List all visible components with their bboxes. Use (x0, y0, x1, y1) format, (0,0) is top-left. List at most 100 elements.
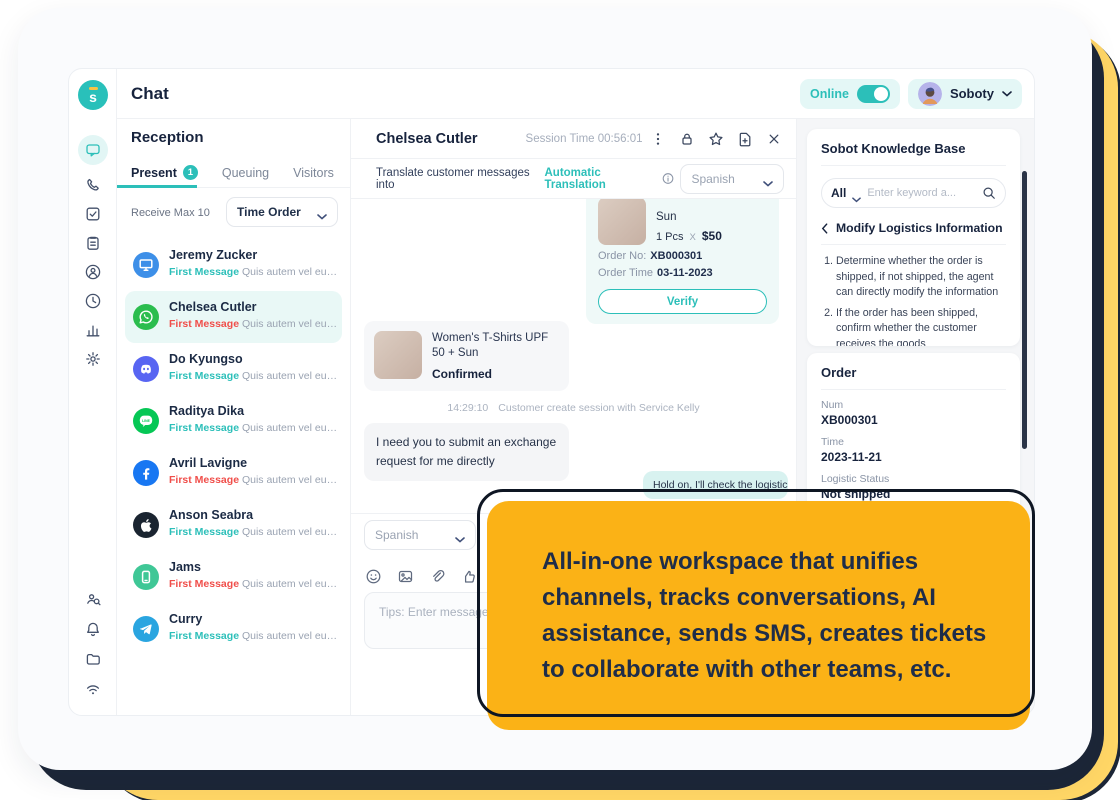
scrollbar-thumb[interactable] (1022, 171, 1027, 449)
user-avatar (918, 82, 942, 106)
contact-name: Anson Seabra (169, 508, 253, 522)
svg-text:LINE: LINE (142, 419, 150, 423)
tab-queuing[interactable]: Queuing (222, 166, 269, 180)
sidebar-item-analytics-icon[interactable] (84, 321, 102, 339)
chat-header: Chelsea Cutler Session Time 00:56:01 (351, 119, 796, 159)
close-icon[interactable] (766, 131, 782, 147)
callout-line: to collaborate with other teams, etc. (542, 652, 986, 688)
sidebar-item-history-icon[interactable] (84, 292, 102, 310)
contact-row[interactable]: Curry First Message Quis autem vel eum i… (125, 603, 342, 655)
order-field-value: XB000301 (821, 413, 1006, 427)
kb-search-input[interactable] (867, 187, 976, 199)
customer-message-bubble: I need you to submit an exchange request… (364, 423, 569, 481)
order-no-row: Order No:XB000301 (598, 250, 767, 262)
agent-message-bubble: Hold on, I'll check the logistics (643, 471, 788, 499)
contact-row[interactable]: LINE Raditya Dika First Message Quis aut… (125, 395, 342, 447)
sidebar-item-notifications-icon[interactable] (84, 620, 102, 638)
more-options-icon[interactable] (650, 131, 666, 147)
first-message-label: First Message (169, 370, 239, 382)
active-tab-underline (117, 185, 197, 188)
image-icon[interactable] (397, 568, 414, 585)
thumbs-up-icon[interactable] (461, 568, 478, 585)
logo-letter: s (89, 91, 97, 103)
first-message-label: First Message (169, 318, 239, 330)
contact-row[interactable]: Jeremy Zucker First Message Quis autem v… (125, 239, 342, 291)
sidebar-item-clipboard-icon[interactable] (84, 234, 102, 252)
contact-preview: First Message Quis autem vel eum iu... (169, 474, 338, 486)
composer-language-select[interactable]: Spanish (364, 520, 476, 550)
kb-article-title: Modify Logistics Information (836, 221, 1003, 235)
sort-order-select[interactable]: Time Order (226, 197, 338, 227)
emoji-icon[interactable] (365, 568, 382, 585)
back-chevron-icon[interactable] (821, 223, 828, 234)
online-toggle[interactable] (857, 85, 890, 103)
contact-row[interactable]: Do Kyungso First Message Quis autem vel … (125, 343, 342, 395)
callout-line: All-in-one workspace that unifies (542, 544, 986, 580)
callout-line: channels, tracks conversations, AI (542, 580, 986, 616)
contact-name: Do Kyungso (169, 352, 243, 366)
contact-name: Avril Lavigne (169, 456, 247, 470)
first-message-label: First Message (169, 474, 239, 486)
contact-row[interactable]: Chelsea Cutler First Message Quis autem … (125, 291, 342, 343)
contact-preview: First Message Quis autem vel eum iu... (169, 318, 338, 330)
order-verify-card: Sun 1 PcsX$50 Order No:XB000301 Order Ti… (586, 199, 779, 324)
system-time: 14:29:10 (447, 402, 488, 414)
order-field-label: Num (821, 399, 1006, 411)
sidebar-item-tasks-icon[interactable] (84, 205, 102, 223)
system-text: Customer create session with Service Kel… (498, 402, 699, 414)
receive-max-label: Receive Max 10 (131, 207, 210, 219)
qty-value: 1 Pcs (656, 231, 684, 243)
translate-mode-link[interactable]: Automatic Translation (544, 167, 656, 191)
star-icon[interactable] (708, 131, 724, 147)
verify-button[interactable]: Verify (598, 289, 767, 314)
contact-name: Curry (169, 612, 202, 626)
order-field-value: 2023-11-21 (821, 450, 1006, 464)
sort-order-value: Time Order (237, 205, 301, 219)
sidebar-item-network-icon[interactable] (84, 680, 102, 698)
page: s Chat Online Soboty Reception Prese (0, 0, 1120, 800)
chevron-down-icon (455, 532, 465, 538)
attachment-icon[interactable] (429, 568, 446, 585)
sobot-logo: s (78, 80, 108, 110)
tab-badge: 1 (183, 165, 198, 180)
translate-language-value: Spanish (691, 172, 734, 186)
file-add-icon[interactable] (737, 131, 753, 147)
lock-icon[interactable] (679, 131, 695, 147)
contact-row[interactable]: Jams First Message Quis autem vel eum iu… (125, 551, 342, 603)
qty-times: X (690, 232, 696, 243)
user-menu[interactable]: Soboty (908, 79, 1022, 109)
kb-step: If the order has been shipped, confirm w… (836, 306, 1006, 347)
price-value: $50 (702, 229, 722, 243)
kb-filter-value[interactable]: All (831, 186, 846, 200)
translate-label: Translate customer messages into (376, 167, 538, 191)
tab-visitors[interactable]: Visitors (293, 166, 334, 180)
sidebar-item-agent-icon[interactable] (84, 263, 102, 281)
toggle-knob (874, 87, 888, 101)
contact-row[interactable]: Avril Lavigne First Message Quis autem v… (125, 447, 342, 499)
order-time-value: 03-11-2023 (657, 267, 713, 279)
first-message-label: First Message (169, 578, 239, 590)
sidebar-item-user-search-icon[interactable] (84, 590, 102, 608)
callout-line: assistance, sends SMS, creates tickets (542, 616, 986, 652)
order-field-label: Logistic Status (821, 473, 1006, 485)
contact-row[interactable]: Anson Seabra First Message Quis autem ve… (125, 499, 342, 551)
facebook-channel-icon (133, 460, 159, 486)
info-icon[interactable] (662, 172, 674, 185)
composer-language-value: Spanish (375, 528, 418, 542)
contact-preview: First Message Quis autem vel eum iu... (169, 630, 338, 642)
tab-present[interactable]: Present1 (131, 165, 198, 180)
kb-title: Sobot Knowledge Base (821, 141, 1006, 166)
sidebar-item-chat-icon[interactable] (78, 135, 108, 165)
sidebar-item-files-icon[interactable] (84, 650, 102, 668)
page-title: Chat (131, 84, 169, 104)
contact-preview: First Message Quis autem vel eum iu... (169, 266, 338, 278)
contact-preview: First Message Quis autem vel eum iu... (169, 578, 338, 590)
search-icon[interactable] (982, 186, 996, 200)
callout-banner: All-in-one workspace that unifieschannel… (487, 501, 1030, 730)
sidebar-item-phone-icon[interactable] (84, 176, 102, 194)
sidebar-item-settings-icon[interactable] (84, 350, 102, 368)
contact-name: Chelsea Cutler (169, 300, 257, 314)
chevron-down-icon (317, 209, 327, 215)
translate-language-select[interactable]: Spanish (680, 164, 784, 194)
chat-contact-name: Chelsea Cutler (376, 131, 478, 147)
